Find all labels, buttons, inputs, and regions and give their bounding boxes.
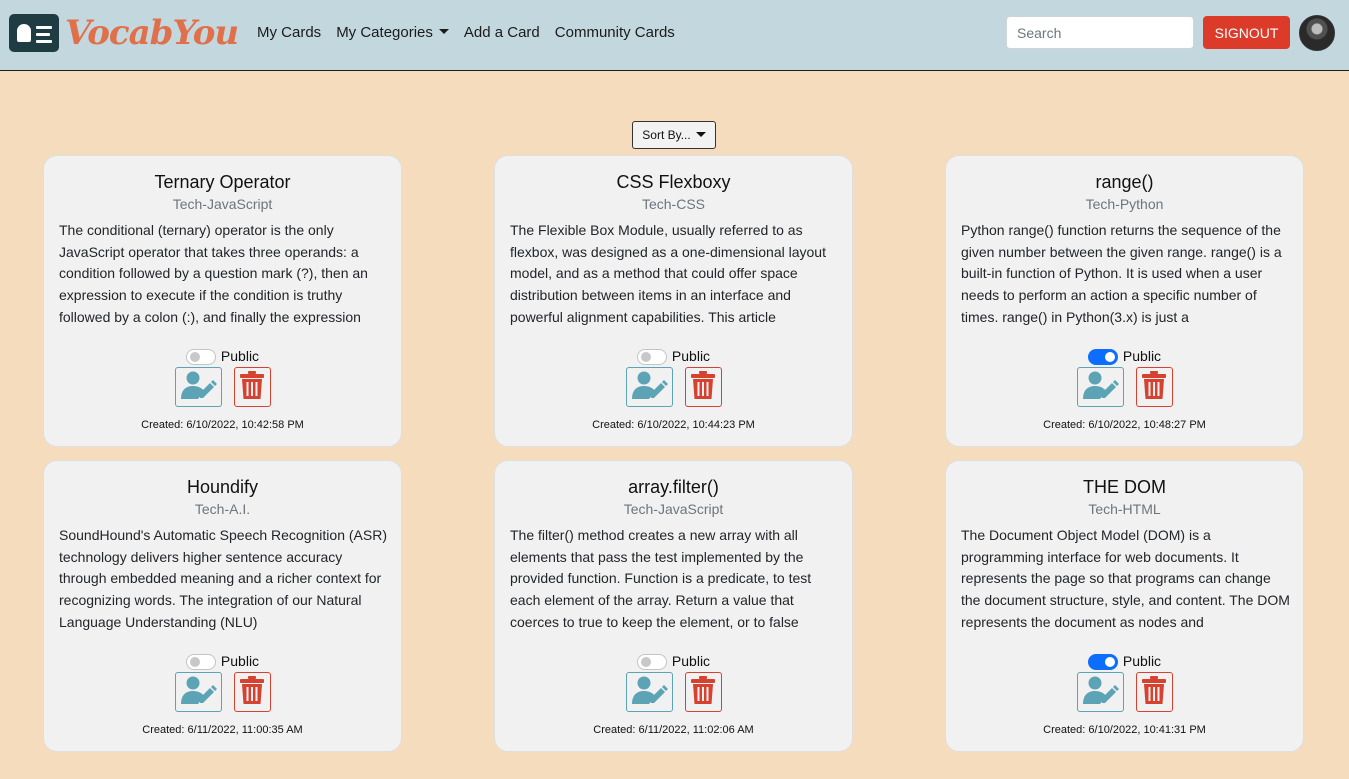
card-actions <box>495 367 852 407</box>
public-toggle[interactable] <box>1087 348 1118 365</box>
public-toggle-row: Public <box>946 348 1303 365</box>
card-title: THE DOM <box>1083 477 1166 497</box>
card-actions <box>946 672 1303 712</box>
edit-card-button[interactable] <box>1076 367 1124 407</box>
navbar: VocabYou My Cards My Categories Add a Ca… <box>0 0 1349 71</box>
card-title: Ternary Operator <box>154 172 291 192</box>
card-category: Tech-HTML <box>1088 501 1161 517</box>
created-timestamp: Created: 6/10/2022, 10:42:58 PM <box>141 419 304 431</box>
public-label: Public <box>671 653 711 669</box>
trash-icon <box>690 370 716 405</box>
card-definition: The conditional (ternary) operator is th… <box>59 222 368 325</box>
card-category: Tech-Python <box>1085 196 1164 212</box>
card-definition: The filter() method creates a new array … <box>510 527 812 630</box>
delete-card-button[interactable] <box>233 367 271 407</box>
trash-icon <box>239 370 265 405</box>
card-definition: SoundHound's Automatic Speech Recognitio… <box>59 527 387 630</box>
public-label: Public <box>1122 348 1162 364</box>
edit-card-button[interactable] <box>625 672 673 712</box>
public-toggle[interactable] <box>185 653 216 670</box>
edit-card-button[interactable] <box>1076 672 1124 712</box>
public-toggle-row: Public <box>44 653 401 670</box>
brand-logo[interactable]: VocabYou <box>9 13 239 53</box>
trash-icon <box>690 675 716 710</box>
card-definition: The Document Object Model (DOM) is a pro… <box>961 527 1290 630</box>
card-actions <box>495 672 852 712</box>
public-toggle[interactable] <box>636 348 667 365</box>
card-title: Houndify <box>186 477 259 497</box>
vocab-card[interactable]: THE DOM Tech-HTML The Document Object Mode… <box>945 460 1304 752</box>
public-toggle[interactable] <box>636 653 667 670</box>
nav-add-card[interactable]: Add a Card <box>464 23 540 43</box>
nav-community-cards[interactable]: Community Cards <box>555 23 675 43</box>
user-edit-icon <box>630 370 668 405</box>
delete-card-button[interactable] <box>233 672 271 712</box>
public-toggle-row: Public <box>495 653 852 670</box>
public-toggle-row: Public <box>44 348 401 365</box>
vocab-card[interactable]: Houndify Tech-A.I. SoundHound's Automatic … <box>43 460 402 752</box>
vocab-card[interactable]: array.filter() Tech-JavaScript The filter(… <box>494 460 853 752</box>
vocab-card[interactable]: CSS Flexboxy Tech-CSS The Flexible Box Mod… <box>494 155 853 447</box>
vocab-card[interactable]: range() Tech-Python Python range() functio… <box>945 155 1304 447</box>
card-title: CSS Flexboxy <box>616 172 731 192</box>
public-label: Public <box>1122 653 1162 669</box>
created-timestamp: Created: 6/10/2022, 10:41:31 PM <box>1043 724 1206 736</box>
created-timestamp: Created: 6/10/2022, 10:44:23 PM <box>592 419 755 431</box>
nav-my-categories-label: My Categories <box>336 24 433 41</box>
user-edit-icon <box>1081 675 1119 710</box>
nav-my-cards[interactable]: My Cards <box>257 23 321 43</box>
nav-my-categories-dropdown[interactable]: My Categories <box>336 23 449 43</box>
card-category: Tech-A.I. <box>194 501 251 517</box>
id-card-icon <box>9 14 59 52</box>
user-edit-icon <box>630 675 668 710</box>
edit-card-button[interactable] <box>625 367 673 407</box>
public-label: Public <box>220 348 260 364</box>
user-edit-icon <box>179 370 217 405</box>
card-title: range() <box>1095 172 1154 192</box>
card-definition: Python range() function returns the sequ… <box>961 222 1282 325</box>
card-title: array.filter() <box>628 477 719 497</box>
vocab-card[interactable]: Ternary Operator Tech-JavaScript The condi… <box>43 155 402 447</box>
public-label: Public <box>220 653 260 669</box>
public-toggle-row: Public <box>495 348 852 365</box>
delete-card-button[interactable] <box>1135 367 1173 407</box>
created-timestamp: Created: 6/10/2022, 10:48:27 PM <box>1043 419 1206 431</box>
card-category: Tech-JavaScript <box>172 196 273 212</box>
delete-card-button[interactable] <box>684 367 722 407</box>
user-edit-icon <box>179 675 217 710</box>
search-input[interactable] <box>1006 16 1194 49</box>
brand-name: VocabYou <box>65 13 239 53</box>
edit-card-button[interactable] <box>174 672 222 712</box>
delete-card-button[interactable] <box>684 672 722 712</box>
public-toggle-row: Public <box>946 653 1303 670</box>
created-timestamp: Created: 6/11/2022, 11:00:35 AM <box>142 724 303 736</box>
caret-down-icon <box>438 29 449 34</box>
card-definition: The Flexible Box Module, usually referre… <box>510 222 826 325</box>
trash-icon <box>239 675 265 710</box>
sort-by-dropdown[interactable]: Sort By... <box>632 121 716 149</box>
avatar[interactable] <box>1299 15 1335 51</box>
card-actions <box>946 367 1303 407</box>
user-edit-icon <box>1081 370 1119 405</box>
public-toggle[interactable] <box>1087 653 1118 670</box>
caret-down-icon <box>695 132 706 137</box>
card-category: Tech-JavaScript <box>623 501 724 517</box>
card-category: Tech-CSS <box>641 196 706 212</box>
edit-card-button[interactable] <box>174 367 222 407</box>
trash-icon <box>1141 370 1167 405</box>
nav-links: My Cards My Categories Add a Card Commun… <box>257 23 690 43</box>
card-actions <box>44 367 401 407</box>
signout-button[interactable]: SIGNOUT <box>1203 16 1290 49</box>
created-timestamp: Created: 6/11/2022, 11:02:06 AM <box>593 724 754 736</box>
public-label: Public <box>671 348 711 364</box>
delete-card-button[interactable] <box>1135 672 1173 712</box>
public-toggle[interactable] <box>185 348 216 365</box>
sort-by-label: Sort By... <box>642 128 691 142</box>
trash-icon <box>1141 675 1167 710</box>
card-actions <box>44 672 401 712</box>
